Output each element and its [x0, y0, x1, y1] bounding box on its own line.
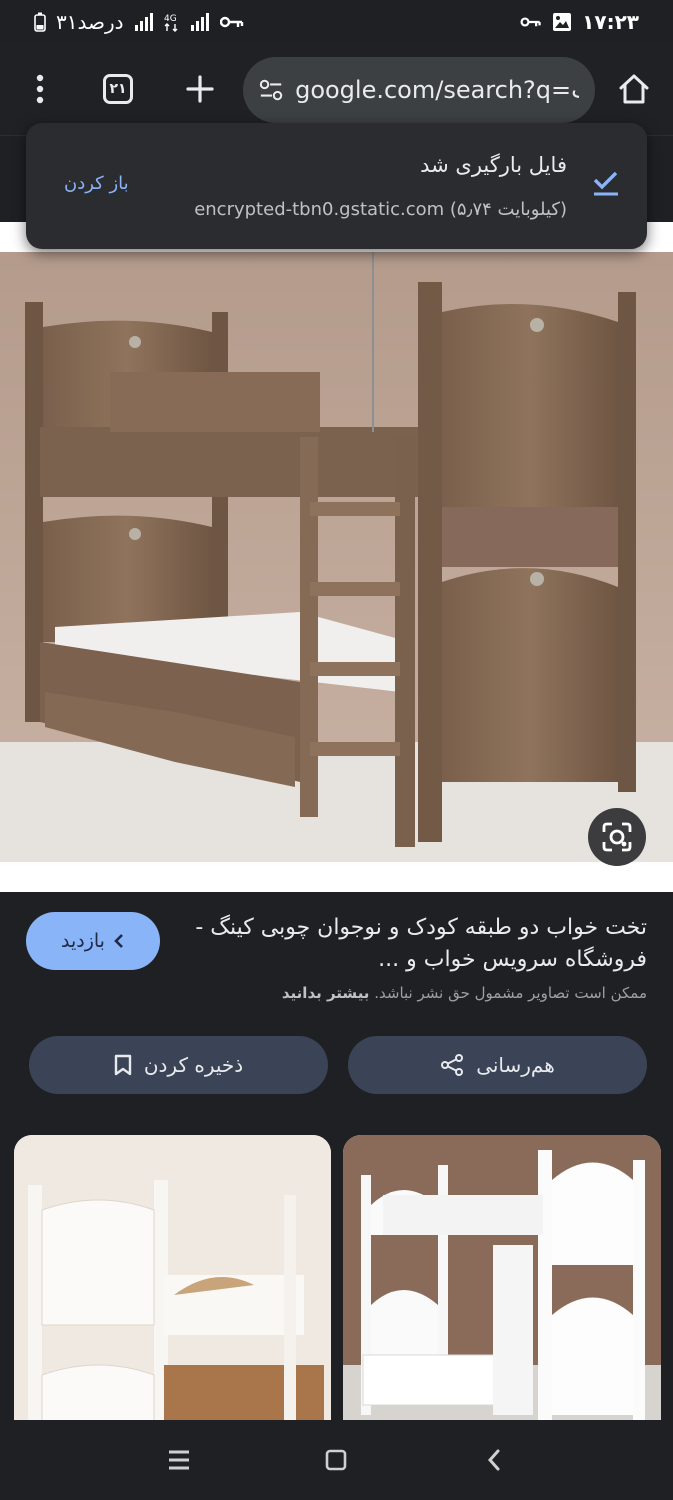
share-icon: [441, 1054, 464, 1076]
open-file-button[interactable]: باز کردن: [64, 173, 129, 194]
status-left: ۳۱درصد 4G: [34, 10, 244, 34]
copyright-notice: ممکن است تصاویر مشمول حق نشر نباشد. بیشت…: [282, 984, 647, 1002]
chevron-left-icon: [114, 934, 123, 948]
learn-more-link[interactable]: بیشتر بدانید: [282, 984, 370, 1002]
related-image-thumbnail[interactable]: [343, 1135, 661, 1425]
plus-icon: [186, 75, 214, 103]
save-button[interactable]: ذخیره کردن: [29, 1036, 328, 1094]
more-vert-icon: [36, 74, 44, 104]
battery-icon: [34, 12, 46, 32]
vpn-key-icon-right: [520, 16, 542, 28]
recents-button[interactable]: [155, 1436, 203, 1484]
white-bunk-bed-image-2: [343, 1135, 661, 1425]
recents-icon: [168, 1450, 189, 1470]
download-complete-toast: فایل بارگیری شد encrypted-tbn0.gstatic.c…: [26, 123, 647, 249]
home-nav-button[interactable]: [312, 1436, 360, 1484]
home-button[interactable]: [610, 58, 658, 120]
back-chevron-icon: [488, 1449, 500, 1471]
visit-label: بازدید: [61, 930, 105, 952]
white-bunk-bed-image: [14, 1135, 331, 1425]
save-label: ذخیره کردن: [143, 1053, 244, 1077]
battery-text: ۳۱درصد: [56, 10, 124, 34]
status-time: ۱۷:۲۳: [582, 10, 639, 34]
toast-title: فایل بارگیری شد: [420, 153, 567, 177]
signal-icon: [134, 13, 154, 31]
result-title[interactable]: تخت خواب دو طبقه کودک و نوجوان چوبی کینگ…: [187, 912, 647, 976]
url-text: google.com/search?q=ـب: [295, 76, 579, 104]
network-4g-icon: 4G: [164, 12, 180, 32]
bunk-bed-image: [0, 252, 673, 862]
system-navigation-bar: [0, 1420, 673, 1500]
home-icon: [619, 74, 649, 104]
status-bar: ۳۱درصد 4G ۱۷:۲۳: [0, 0, 673, 44]
back-button[interactable]: [470, 1436, 518, 1484]
download-done-icon: [593, 171, 618, 196]
new-tab-button[interactable]: [176, 58, 224, 120]
google-lens-button[interactable]: [588, 808, 646, 866]
copyright-text: ممکن است تصاویر مشمول حق نشر نباشد.: [374, 984, 647, 1002]
main-result-image[interactable]: [0, 222, 673, 892]
image-icon: [552, 12, 572, 32]
home-square-icon: [326, 1449, 347, 1471]
visit-button[interactable]: بازدید: [26, 912, 160, 970]
share-button[interactable]: هم‌رسانی: [348, 1036, 647, 1094]
share-label: هم‌رسانی: [476, 1053, 555, 1077]
address-bar[interactable]: google.com/search?q=ـب: [243, 57, 595, 123]
status-right: ۱۷:۲۳: [520, 10, 639, 34]
svg-text:4G: 4G: [164, 14, 177, 24]
vpn-key-icon: [219, 15, 244, 29]
tab-switcher-button[interactable]: ۲۱: [94, 58, 142, 120]
toast-subtitle: encrypted-tbn0.gstatic.com (۵٫۷۴ کیلوبای…: [194, 199, 567, 220]
overflow-menu-button[interactable]: [16, 58, 64, 120]
lens-icon: [602, 822, 632, 852]
related-image-thumbnail[interactable]: [14, 1135, 331, 1425]
tab-count: ۲۱: [103, 74, 133, 104]
bookmark-icon: [114, 1054, 132, 1076]
signal-icon-2: [190, 13, 210, 31]
site-settings-icon: [259, 79, 283, 101]
